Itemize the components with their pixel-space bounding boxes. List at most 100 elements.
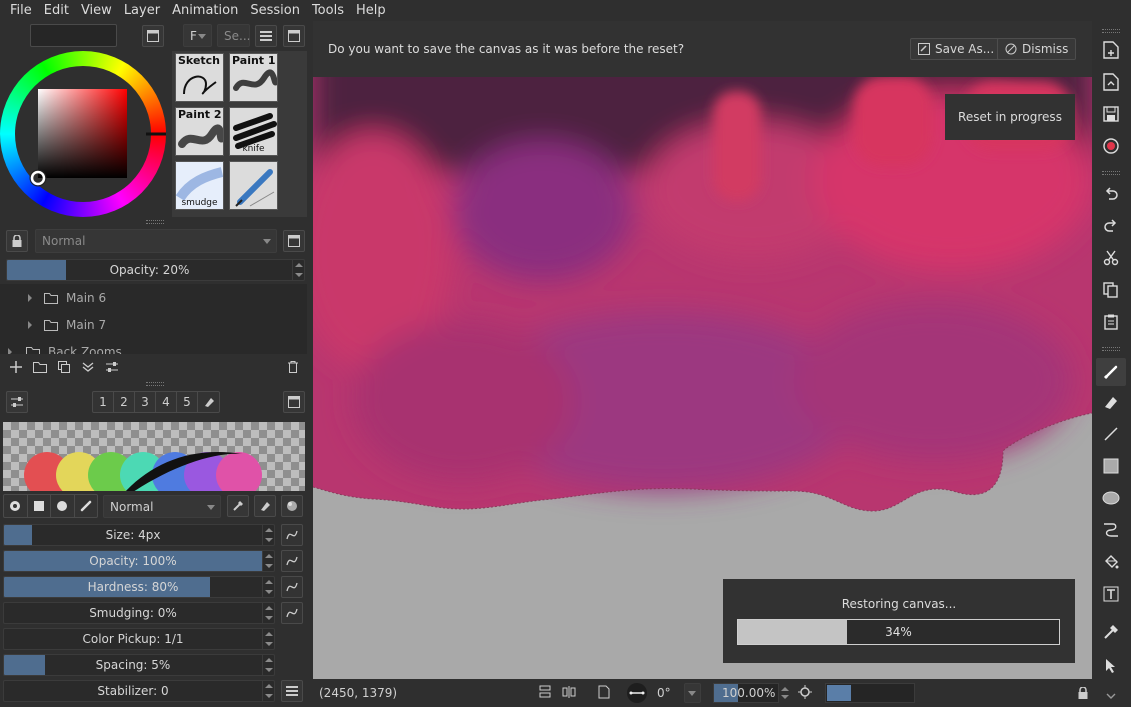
menu-help[interactable]: Help xyxy=(350,3,392,18)
smudging-curve-button[interactable] xyxy=(281,602,303,624)
opacity-curve-button[interactable] xyxy=(281,550,303,572)
layer-item[interactable]: Main 6 xyxy=(0,284,307,311)
brush-color-pickup-slider[interactable]: Color Pickup: 1/1 xyxy=(3,628,275,650)
layer-opacity-slider[interactable]: Opacity: 20% xyxy=(6,259,305,281)
color-hex-field[interactable] xyxy=(30,24,117,47)
float-panel-button[interactable] xyxy=(142,25,164,47)
select-shapes-tool[interactable] xyxy=(1100,655,1122,677)
color-wheel[interactable] xyxy=(0,51,168,219)
freehand-brush-tool[interactable] xyxy=(1096,358,1126,386)
brush-slot-1[interactable]: 1 xyxy=(93,392,114,412)
eraser-slot[interactable] xyxy=(198,392,219,412)
preset-search-input[interactable]: Se... xyxy=(217,24,250,47)
toolbar-grip[interactable] xyxy=(1102,347,1120,351)
brush-size-slider[interactable]: Size: 4px xyxy=(3,524,275,546)
brush-slot-3[interactable]: 3 xyxy=(135,392,156,412)
dismiss-button[interactable]: Dismiss xyxy=(997,38,1077,60)
preset-menu-button[interactable] xyxy=(255,25,277,47)
zoom-field[interactable]: 100.00% xyxy=(713,683,779,703)
brush-slot-2[interactable]: 2 xyxy=(114,392,135,412)
undo-button[interactable] xyxy=(1100,183,1122,205)
float-panel-button-4[interactable] xyxy=(283,391,305,413)
layer-properties-button[interactable] xyxy=(102,357,122,377)
preset-pencil[interactable] xyxy=(229,161,278,210)
save-as-button[interactable]: Save As... xyxy=(910,38,1003,60)
hardness-curve-button[interactable] xyxy=(281,576,303,598)
expand-arrow-icon[interactable] xyxy=(28,293,32,302)
brush-opacity-slider[interactable]: Opacity: 100% xyxy=(3,550,275,572)
menu-tools[interactable]: Tools xyxy=(306,3,350,18)
open-document-button[interactable] xyxy=(1100,71,1122,93)
new-document-button[interactable] xyxy=(1100,39,1122,61)
menu-animation[interactable]: Animation xyxy=(166,3,244,18)
merge-down-button[interactable] xyxy=(78,357,98,377)
preset-paint-1[interactable]: Paint 1 xyxy=(229,53,278,102)
ellipse-tool[interactable] xyxy=(1100,487,1122,509)
toolbar-grip[interactable] xyxy=(1102,29,1120,33)
float-panel-button-2[interactable] xyxy=(283,25,305,47)
preset-knife[interactable]: knife xyxy=(229,107,278,156)
canvas-settings-button[interactable] xyxy=(798,685,812,699)
save-button[interactable] xyxy=(1100,103,1122,125)
text-tool[interactable] xyxy=(1100,583,1122,605)
wrap-around-button[interactable] xyxy=(539,685,551,699)
layer-item[interactable]: Main 7 xyxy=(0,311,307,338)
slider-spinner[interactable] xyxy=(262,681,274,701)
brush-settings-button[interactable] xyxy=(6,391,28,413)
brush-editor-menu-button[interactable] xyxy=(281,680,303,702)
slider-spinner[interactable] xyxy=(262,655,274,675)
preset-paint-2[interactable]: Paint 2 xyxy=(175,107,224,156)
brush-shape-circle[interactable] xyxy=(51,495,75,517)
slider-spinner[interactable] xyxy=(262,551,274,571)
brush-hardness-slider[interactable]: Hardness: 80% xyxy=(3,576,275,598)
menu-edit[interactable]: Edit xyxy=(38,3,75,18)
add-layer-button[interactable] xyxy=(6,357,26,377)
preset-smudge[interactable]: smudge xyxy=(175,161,224,210)
preset-filter-dropdown[interactable]: F xyxy=(183,24,212,47)
menu-layer[interactable]: Layer xyxy=(118,3,166,18)
brush-slot-5[interactable]: 5 xyxy=(177,392,198,412)
brush-spacing-slider[interactable]: Spacing: 5% xyxy=(3,654,275,676)
copy-button[interactable] xyxy=(1100,279,1122,301)
brush-smudging-slider[interactable]: Smudging: 0% xyxy=(3,602,275,624)
brush-shape-stroke[interactable] xyxy=(75,495,98,517)
color-picker-tool[interactable] xyxy=(1100,621,1122,643)
layer-opacity-spinner[interactable] xyxy=(292,260,304,280)
lock-toolbar-button[interactable] xyxy=(1078,687,1088,699)
preset-sketch[interactable]: Sketch xyxy=(175,53,224,102)
layer-item[interactable]: Back Zooms xyxy=(0,338,307,354)
slider-spinner[interactable] xyxy=(262,603,274,623)
menu-view[interactable]: View xyxy=(75,3,118,18)
line-tool[interactable] xyxy=(1100,423,1122,445)
slider-spinner[interactable] xyxy=(262,577,274,597)
rectangle-tool[interactable] xyxy=(1100,455,1122,477)
redo-button[interactable] xyxy=(1100,215,1122,237)
record-button[interactable] xyxy=(1100,135,1122,157)
size-curve-button[interactable] xyxy=(281,524,303,546)
expand-arrow-icon[interactable] xyxy=(28,320,32,329)
eraser-mode-button[interactable] xyxy=(254,495,276,517)
brush-blend-mode-dropdown[interactable]: Normal xyxy=(103,495,221,518)
document-info-button[interactable] xyxy=(598,685,610,699)
paste-button[interactable] xyxy=(1100,311,1122,333)
delete-layer-button[interactable] xyxy=(283,357,303,377)
color-picker-button[interactable] xyxy=(227,495,249,517)
toolbar-more-chevron[interactable] xyxy=(1106,693,1116,701)
smudge-mode-button[interactable] xyxy=(281,495,303,517)
mirror-button[interactable] xyxy=(562,685,576,699)
brush-shape-square[interactable] xyxy=(28,495,51,517)
rotation-dropdown[interactable] xyxy=(684,683,701,703)
slider-spinner[interactable] xyxy=(262,629,274,649)
menu-session[interactable]: Session xyxy=(244,3,306,18)
brush-slot-4[interactable]: 4 xyxy=(156,392,177,412)
bezier-curve-tool[interactable] xyxy=(1100,519,1122,541)
slider-spinner[interactable] xyxy=(262,525,274,545)
dock-grip[interactable] xyxy=(146,382,164,386)
add-group-button[interactable] xyxy=(30,357,50,377)
duplicate-layer-button[interactable] xyxy=(54,357,74,377)
toolbar-grip[interactable] xyxy=(1102,171,1120,175)
layer-blend-mode-dropdown[interactable]: Normal xyxy=(35,229,277,253)
dock-grip[interactable] xyxy=(146,220,164,224)
lock-layer-button[interactable] xyxy=(6,230,28,252)
eraser-tool[interactable] xyxy=(1100,391,1122,413)
